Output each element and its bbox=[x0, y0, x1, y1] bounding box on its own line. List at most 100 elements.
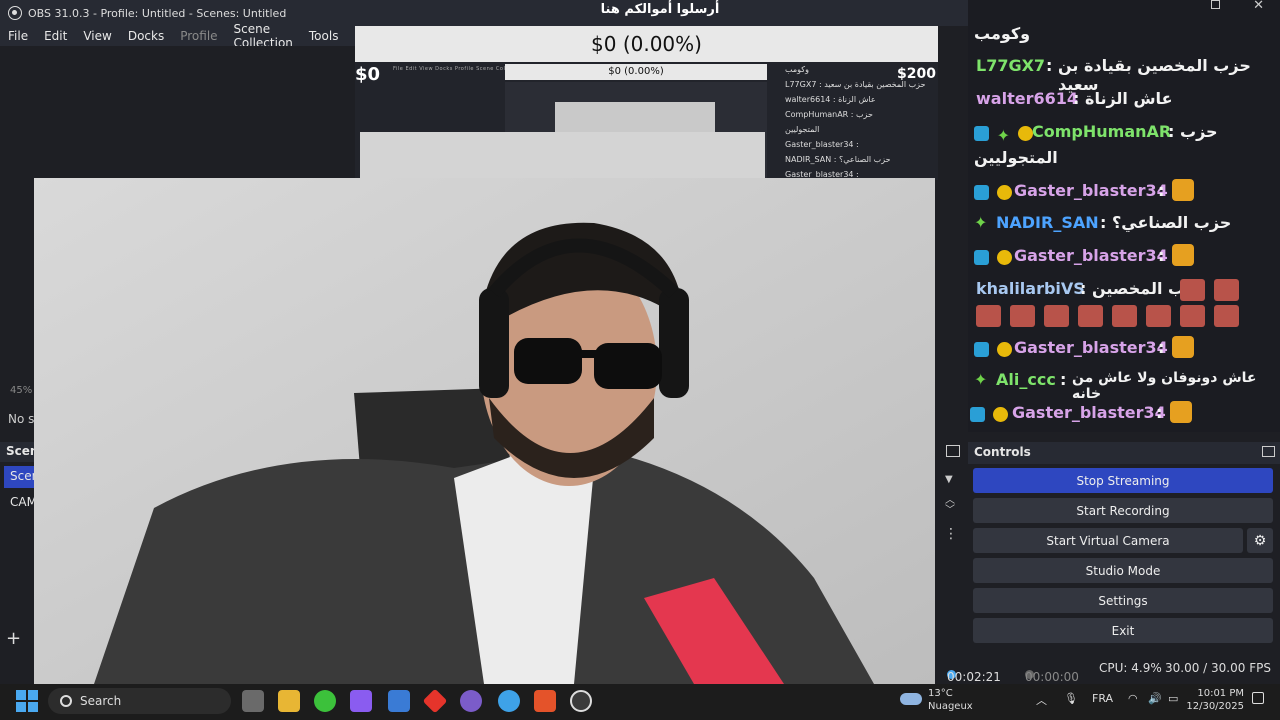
prime-badge-icon bbox=[974, 250, 989, 265]
windows-start-icon[interactable] bbox=[16, 690, 38, 712]
gear-icon[interactable]: ⚙ bbox=[1247, 528, 1273, 553]
volume-icon[interactable]: 🔊 bbox=[1148, 692, 1162, 705]
close-icon[interactable]: ✕ bbox=[1253, 0, 1264, 13]
xbox-icon[interactable] bbox=[314, 690, 336, 712]
scenes-dock-header: Scenes bbox=[0, 442, 34, 462]
chat-topbar: ✕ bbox=[968, 0, 1280, 14]
record-time: 00:00:00 bbox=[1025, 670, 1079, 684]
chat-username[interactable]: CompHumanAR bbox=[1032, 122, 1171, 141]
menu-profile[interactable]: Profile bbox=[172, 29, 225, 43]
fps-readout: 30.00 / 30.00 FPS bbox=[1165, 661, 1271, 675]
chat-text: عاش دونوفان ولا عاش من خانه bbox=[1072, 370, 1257, 402]
nested-capture: $0 File Edit View Docks Profile Scene Co… bbox=[355, 62, 938, 180]
gold-badge-icon bbox=[992, 407, 1008, 422]
donation-left-amount: $0 bbox=[355, 64, 381, 85]
emote-row bbox=[976, 305, 1248, 331]
cpu-usage: CPU: 4.9% bbox=[1099, 661, 1162, 675]
language-indicator[interactable]: FRA bbox=[1092, 692, 1113, 705]
chevron-up-icon[interactable]: ︿ bbox=[1036, 692, 1047, 708]
window-title: OBS 31.0.3 - Profile: Untitled - Scenes:… bbox=[28, 6, 287, 20]
search-placeholder: Search bbox=[80, 694, 122, 708]
chat-text-continued: المتجوليين bbox=[974, 148, 1058, 167]
emote-icon bbox=[1078, 305, 1103, 327]
exit-button[interactable]: Exit bbox=[973, 618, 1273, 643]
diamond-badge-icon: ✦ bbox=[974, 213, 988, 232]
emote-icon bbox=[1146, 305, 1171, 327]
webcam-feed bbox=[34, 178, 935, 684]
prime-badge-icon bbox=[974, 185, 989, 200]
prime-badge-icon bbox=[970, 407, 985, 422]
chat-username[interactable]: walter6614 bbox=[976, 89, 1078, 108]
gold-badge-icon bbox=[996, 342, 1012, 357]
chat-text: عاش الزناة bbox=[1085, 89, 1173, 108]
popout-icon[interactable] bbox=[1211, 0, 1220, 9]
prime-badge-icon bbox=[974, 126, 989, 141]
menu-docks[interactable]: Docks bbox=[120, 29, 172, 43]
emote-icon bbox=[1180, 279, 1205, 301]
cloud-icon bbox=[900, 693, 922, 705]
start-virtual-camera-button[interactable]: Start Virtual Camera bbox=[973, 528, 1243, 553]
clock[interactable]: 10:01 PM 12/30/2025 bbox=[1180, 687, 1244, 713]
menu-tools[interactable]: Tools bbox=[301, 29, 347, 43]
chat-app-icon[interactable] bbox=[460, 690, 482, 712]
copilot-icon[interactable] bbox=[350, 690, 372, 712]
weather-temp: 13°C bbox=[928, 688, 953, 699]
dropdown-arrow-icon[interactable]: ▼ bbox=[945, 474, 953, 485]
undock-icon[interactable] bbox=[946, 445, 960, 457]
emote-icon bbox=[1010, 305, 1035, 327]
overlay-title: أرسلوا أموالكم هنا bbox=[600, 2, 720, 17]
wifi-icon[interactable]: ◠ bbox=[1128, 692, 1138, 705]
chat-username[interactable]: Gaster_blaster34 bbox=[1014, 246, 1168, 265]
search-icon bbox=[60, 695, 72, 707]
prime-badge-icon bbox=[974, 342, 989, 357]
emote-icon bbox=[1044, 305, 1069, 327]
scenes-footer bbox=[0, 652, 34, 684]
file-explorer-icon[interactable] bbox=[278, 690, 300, 712]
store-icon[interactable] bbox=[388, 690, 410, 712]
controls-dock-header: Controls bbox=[968, 442, 1280, 464]
chat-username[interactable]: Gaster_blaster34 bbox=[1014, 338, 1168, 357]
chat-username[interactable]: Gaster_blaster34 bbox=[1012, 403, 1166, 422]
emote-icon bbox=[1172, 179, 1194, 201]
stop-streaming-button[interactable]: Stop Streaming bbox=[973, 468, 1273, 493]
add-scene-button[interactable]: + bbox=[6, 628, 21, 649]
weather-desc: Nuageux bbox=[928, 701, 973, 712]
mini-chat: وكومب L77GX7 : حزب المخصين بقيادة بن سعي… bbox=[785, 65, 926, 179]
obs-taskbar-icon[interactable] bbox=[570, 690, 592, 712]
emote-icon bbox=[1180, 305, 1205, 327]
scene-item-cam[interactable]: CAM bbox=[4, 492, 34, 512]
clock-time: 10:01 PM bbox=[1197, 688, 1244, 699]
brave-icon[interactable] bbox=[534, 690, 556, 712]
menu-view[interactable]: View bbox=[75, 29, 119, 43]
gold-badge-icon bbox=[996, 250, 1012, 265]
diamond-badge-icon: ✦ bbox=[974, 370, 988, 389]
microphone-icon[interactable]: 🎙 bbox=[1064, 692, 1078, 705]
taskbar-search[interactable]: Search bbox=[48, 688, 231, 714]
task-view-icon[interactable] bbox=[242, 690, 264, 712]
scroll-arrows-icon[interactable]: ︿ ﹀ bbox=[945, 496, 955, 516]
chat-panel: ✕ وكومب L77GX7 : حزب المخصين بقيادة بن س… bbox=[968, 0, 1280, 432]
kebab-menu-icon[interactable]: ⋮ bbox=[944, 526, 958, 542]
edge-icon[interactable] bbox=[498, 690, 520, 712]
diamond-badge-icon: ✦ bbox=[996, 126, 1010, 145]
chat-username[interactable]: NADIR_SAN bbox=[996, 213, 1099, 232]
studio-mode-button[interactable]: Studio Mode bbox=[973, 558, 1273, 583]
menu-edit[interactable]: Edit bbox=[36, 29, 75, 43]
chat-username[interactable]: Ali_ccc bbox=[996, 370, 1056, 389]
emote-icon bbox=[1214, 305, 1239, 327]
chat-username[interactable]: L77GX7 bbox=[976, 56, 1045, 75]
chat-username[interactable]: khalilarbiVS bbox=[976, 279, 1085, 298]
undock-icon[interactable] bbox=[1262, 446, 1275, 457]
emote-icon bbox=[1172, 244, 1194, 266]
scene-item-scene[interactable]: Scene bbox=[4, 466, 34, 488]
chat-text: حزب الصناعي؟ bbox=[1112, 213, 1232, 232]
notification-icon[interactable] bbox=[1252, 692, 1264, 704]
settings-button[interactable]: Settings bbox=[973, 588, 1273, 613]
start-recording-button[interactable]: Start Recording bbox=[973, 498, 1273, 523]
battery-icon[interactable]: ▭ bbox=[1168, 692, 1178, 705]
clock-date: 12/30/2025 bbox=[1186, 701, 1244, 712]
menu-file[interactable]: File bbox=[0, 29, 36, 43]
chat-username[interactable]: Gaster_blaster34 bbox=[1014, 181, 1168, 200]
stream-time: 00:02:21 bbox=[947, 670, 1001, 684]
emote-icon bbox=[1112, 305, 1137, 327]
